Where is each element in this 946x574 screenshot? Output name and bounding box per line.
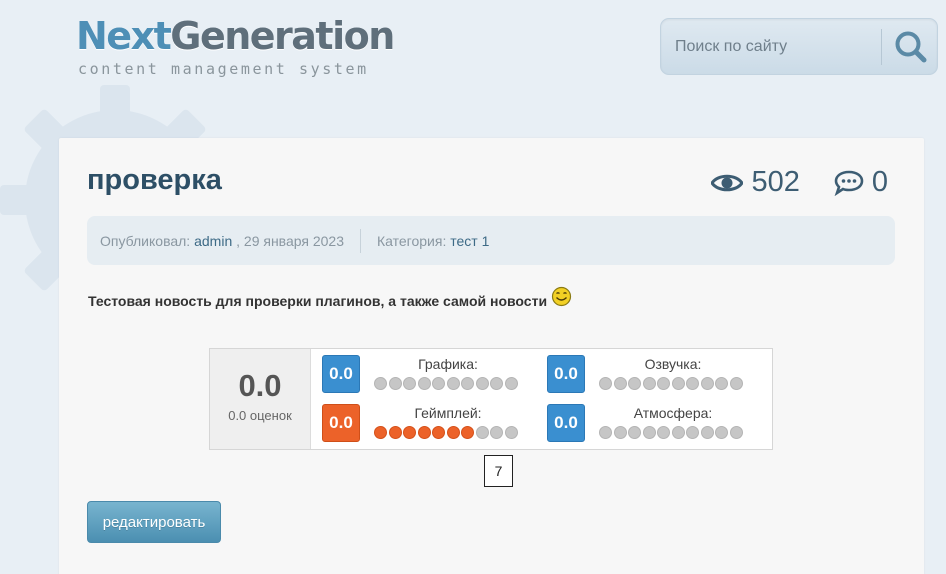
meta-divider [360, 228, 361, 253]
rating-star-dot[interactable] [504, 377, 518, 390]
rating-star-dot[interactable] [729, 377, 743, 390]
smiley-icon [551, 286, 572, 307]
rating-star-dot[interactable] [599, 377, 612, 390]
search-icon [895, 31, 927, 63]
rating-star-dot[interactable] [504, 426, 518, 439]
rating-star-dot[interactable] [388, 426, 402, 439]
article-card: проверка 502 0 Опубликовал: admin , 29 я… [59, 138, 924, 574]
logo-wordmark: NextGeneration [76, 14, 395, 58]
rating-star-dot[interactable] [657, 377, 670, 390]
criterion-label: Озвучка: [644, 356, 702, 372]
category-label: Категория: [377, 232, 447, 249]
comments-count: 0 [871, 166, 888, 198]
criterion-dots [599, 426, 743, 439]
rating-star-dot[interactable] [671, 377, 685, 390]
rating-widget: 0.0 0.0 оценок 0.0 Графика: 0.0 Озвучка:… [209, 348, 773, 450]
criterion-label: Графика: [418, 356, 478, 372]
rating-star-dot[interactable] [599, 426, 612, 439]
search-button[interactable] [891, 27, 931, 67]
eye-icon [711, 174, 744, 191]
published-label: Опубликовал: [100, 232, 191, 249]
rating-star-dot[interactable] [715, 377, 728, 390]
rating-criterion-gameplay: 0.0 Геймплей: [322, 404, 522, 444]
rating-star-dot[interactable] [461, 426, 474, 439]
category-link[interactable]: тест 1 [450, 233, 489, 249]
logo-tagline: content management system [78, 60, 369, 78]
rating-hover-tooltip: 7 [484, 455, 513, 487]
logo-brand-part2: Generation [170, 14, 395, 58]
criterion-dots [374, 377, 518, 390]
rating-star-dot[interactable] [700, 426, 714, 439]
rating-star-dot[interactable] [388, 377, 402, 390]
site-logo[interactable]: NextGeneration content management system [76, 14, 395, 78]
search-box [660, 18, 938, 75]
search-input[interactable] [675, 33, 875, 61]
criterion-dots [599, 377, 743, 390]
search-divider [881, 29, 882, 65]
article-stats: 502 0 [711, 166, 888, 199]
rating-star-dot[interactable] [432, 377, 445, 390]
rating-star-dot[interactable] [446, 377, 460, 390]
rating-star-dot[interactable] [642, 377, 656, 390]
rating-star-dot[interactable] [700, 377, 714, 390]
article-text: Тестовая новость для проверки плагинов, … [88, 292, 548, 309]
rating-star-dot[interactable] [613, 426, 627, 439]
rating-criterion-sound: 0.0 Озвучка: [547, 355, 747, 395]
rating-star-dot[interactable] [686, 377, 699, 390]
rating-star-dot[interactable] [432, 426, 445, 439]
rating-star-dot[interactable] [729, 426, 743, 439]
article-meta-bar: Опубликовал: admin , 29 января 2023 Кате… [87, 216, 895, 265]
views-count: 502 [751, 166, 800, 198]
criterion-label: Геймплей: [414, 405, 482, 421]
rating-star-dot[interactable] [374, 377, 387, 390]
rating-star-dot[interactable] [417, 377, 431, 390]
author-link[interactable]: admin [194, 233, 232, 249]
rating-star-dot[interactable] [490, 426, 503, 439]
rating-star-dot[interactable] [490, 377, 503, 390]
publish-date: , 29 января 2023 [236, 232, 344, 249]
rating-star-dot[interactable] [475, 377, 489, 390]
criterion-score-badge: 0.0 [322, 404, 360, 442]
rating-star-dot[interactable] [642, 426, 656, 439]
criterion-dots [374, 426, 518, 439]
rating-total-value: 0.0 [238, 368, 282, 403]
rating-star-dot[interactable] [715, 426, 728, 439]
views-stat: 502 [711, 166, 800, 199]
rating-star-dot[interactable] [403, 426, 416, 439]
rating-star-dot[interactable] [417, 426, 431, 439]
rating-total-count: 0.0 оценок [228, 408, 292, 423]
rating-star-dot[interactable] [657, 426, 670, 439]
criterion-label: Атмосфера: [633, 405, 713, 421]
rating-star-dot[interactable] [628, 377, 641, 390]
rating-star-dot[interactable] [628, 426, 641, 439]
rating-star-dot[interactable] [446, 426, 460, 439]
rating-star-dot[interactable] [374, 426, 387, 439]
criterion-score-badge: 0.0 [547, 404, 585, 442]
criterion-score-badge: 0.0 [322, 355, 360, 393]
rating-criterion-atmosphere: 0.0 Атмосфера: [547, 404, 747, 444]
comments-stat[interactable]: 0 [834, 166, 888, 199]
rating-star-dot[interactable] [461, 377, 474, 390]
edit-button[interactable]: редактировать [87, 501, 221, 543]
rating-star-dot[interactable] [475, 426, 489, 439]
logo-brand-part1: Next [76, 14, 172, 58]
rating-star-dot[interactable] [613, 377, 627, 390]
article-description: Тестовая новость для проверки плагинов, … [88, 286, 572, 311]
rating-star-dot[interactable] [671, 426, 685, 439]
comment-icon [834, 170, 864, 196]
article-title: проверка [87, 164, 222, 196]
rating-star-dot[interactable] [686, 426, 699, 439]
criterion-score-badge: 0.0 [547, 355, 585, 393]
rating-star-dot[interactable] [403, 377, 416, 390]
rating-criterion-graphics: 0.0 Графика: [322, 355, 522, 395]
rating-total: 0.0 0.0 оценок [210, 349, 311, 449]
